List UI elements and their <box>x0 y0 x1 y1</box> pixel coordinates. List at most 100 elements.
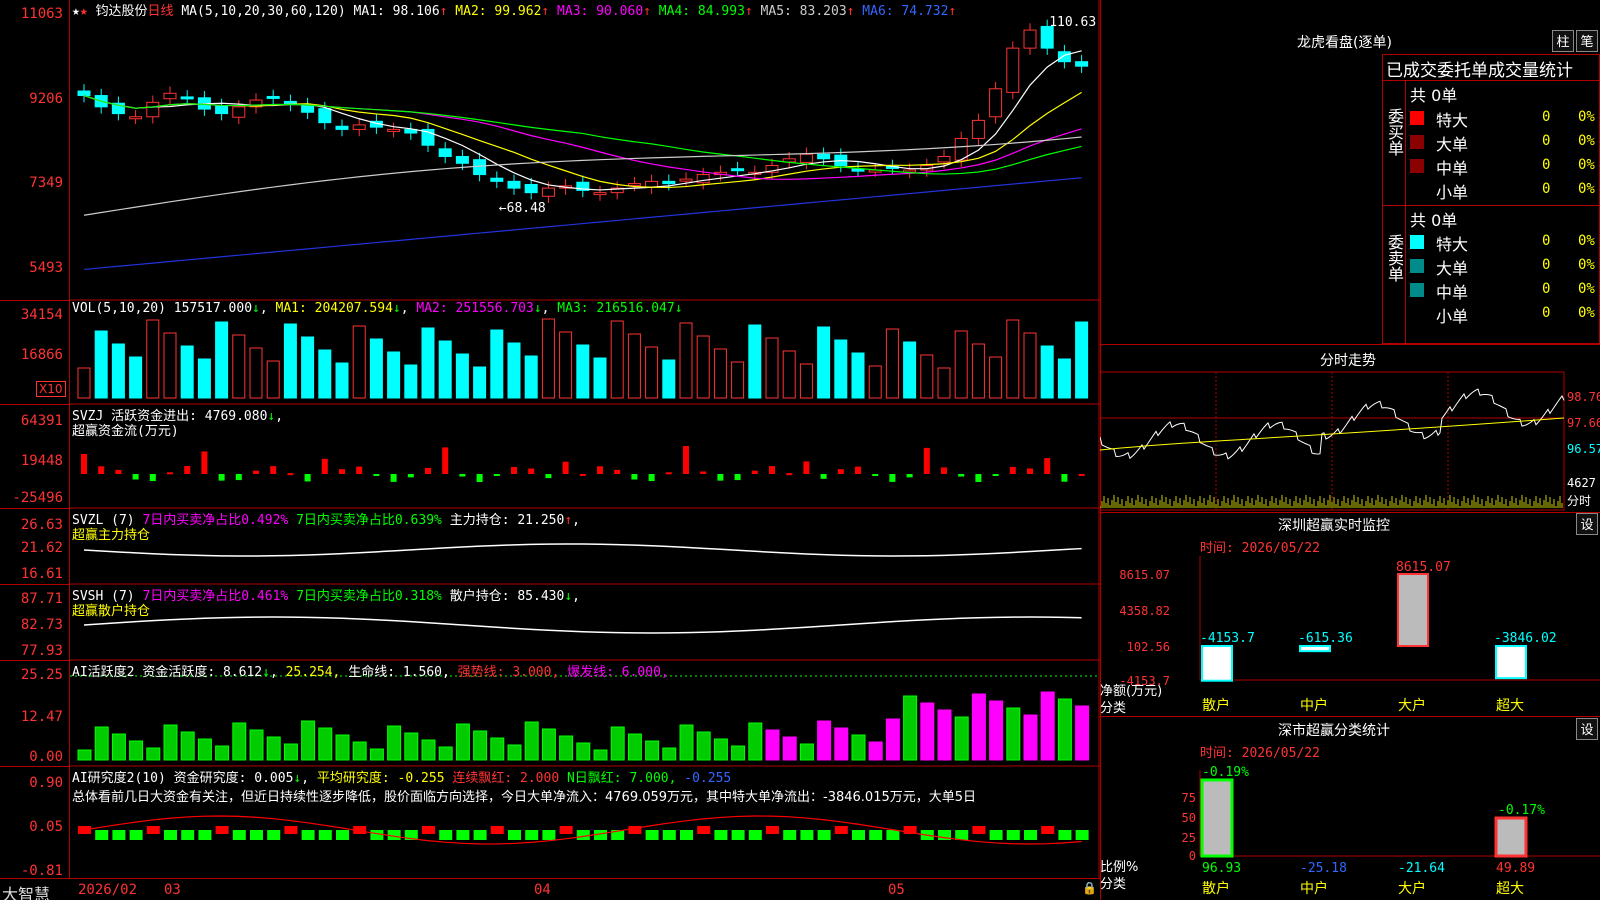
fundflow-bar <box>287 473 294 476</box>
volume-bar <box>77 367 91 399</box>
research-bar <box>112 830 126 840</box>
candle <box>971 119 985 139</box>
row-count: 0 <box>1542 133 1551 149</box>
row-count: 0 <box>1542 257 1551 273</box>
fundflow-bar <box>545 474 552 479</box>
period-label[interactable]: 日线 <box>148 4 174 19</box>
volume-bar <box>507 342 521 399</box>
buy-row: 小单 0 0% <box>1410 178 1600 202</box>
volume-bar <box>645 346 659 399</box>
activity-bar <box>215 745 230 761</box>
row-pct: 0% <box>1578 109 1595 125</box>
activity-bar <box>352 741 367 761</box>
class-settings-button[interactable]: 设 <box>1576 718 1598 740</box>
activity-bar <box>834 727 849 761</box>
fundflow-bar <box>339 469 345 474</box>
activity-bar <box>713 738 728 761</box>
research-bar <box>783 830 797 840</box>
activity-bar <box>111 733 126 761</box>
tick-view-button[interactable]: 笔 <box>1576 30 1598 52</box>
volume-bar <box>318 349 332 399</box>
volume-bar <box>283 323 297 399</box>
candle <box>679 178 693 182</box>
volume-bar <box>610 320 624 399</box>
volume-bar <box>937 367 951 399</box>
price-header: ★★ 钧达股份日线 MA(5,10,20,30,60,120) MA1: 98.… <box>72 0 956 19</box>
intraday-volume: 4627 <box>1567 476 1596 490</box>
fundflow-bar <box>1061 474 1068 482</box>
buy-row: 大单 0 0% <box>1410 130 1600 154</box>
fundflow-bar <box>820 474 827 479</box>
ai-active-e: 爆发线: 6.000, <box>567 665 669 680</box>
ai-research-a: 资金研究度: 0.005 <box>173 771 294 786</box>
research-bar <box>972 826 986 834</box>
candle <box>77 90 91 97</box>
volume-bar <box>920 354 934 399</box>
time-tick: 2026/02 <box>78 882 138 898</box>
fundflow-bar <box>321 458 328 474</box>
research-bar <box>559 826 573 834</box>
buy-total: 共 0单 <box>1410 86 1458 105</box>
volume-bar <box>146 319 160 399</box>
intraday-chart[interactable] <box>1100 370 1600 512</box>
monitor-time: 时间: 2026/05/22 <box>1200 541 1320 556</box>
class-category: 大户 <box>1398 880 1426 897</box>
monitor-value: -615.36 <box>1298 631 1353 646</box>
ai-research-d: N日飘红: 7.000, <box>566 771 677 786</box>
monitor-value: 8615.07 <box>1396 560 1451 575</box>
volume-bar <box>94 330 108 399</box>
volume-bar <box>903 341 917 399</box>
monitor-chart: 8615.074358.82102.56-4153.7-4153.7散户-615… <box>1119 556 1600 714</box>
intraday-tick: 98.76 <box>1567 390 1600 404</box>
class-title: 深市超赢分类统计 <box>1278 723 1390 739</box>
activity-bar <box>645 740 660 761</box>
volume-bar <box>438 340 452 399</box>
research-bar <box>800 830 814 840</box>
activity-bar <box>989 700 1004 761</box>
volume-bar <box>696 335 710 399</box>
activity-bar <box>490 737 505 761</box>
monitor-category: 大户 <box>1398 697 1426 714</box>
class-bar <box>1494 816 1528 858</box>
fundflow-bar <box>855 466 861 474</box>
candle <box>799 153 813 163</box>
activity-bar <box>748 722 763 761</box>
fundflow-bar <box>958 474 965 477</box>
kline-chart[interactable]: 110.63 ←68.48 <box>70 0 1100 878</box>
class-category: 散户 <box>1202 880 1230 897</box>
research-bar <box>989 830 1003 840</box>
fundflow-bar <box>235 474 242 481</box>
time-tick: 03 <box>164 882 181 898</box>
buy-side-label: 委买单 <box>1385 108 1404 156</box>
ai-active-b: 25.254, <box>285 665 341 680</box>
monitor-xlabel: 分类 <box>1100 701 1127 716</box>
fundflow-bar <box>562 461 569 474</box>
activity-bar <box>369 748 384 761</box>
activity-bar <box>920 702 935 761</box>
svzl-c: 主力持仓: 21.250 <box>449 513 565 528</box>
candle <box>387 128 401 132</box>
lock-icon[interactable]: 🔒 <box>1082 881 1097 895</box>
research-bar <box>525 830 539 840</box>
ai-active-tick: 12.47 <box>20 709 63 725</box>
volume-bar <box>387 351 401 399</box>
activity-bar <box>885 718 900 761</box>
volume-bar <box>662 359 676 399</box>
stock-name[interactable]: 钧达股份 <box>95 4 147 19</box>
bar-view-button[interactable]: 柱 <box>1552 30 1574 52</box>
candle <box>352 124 366 130</box>
row-pct: 0% <box>1578 133 1595 149</box>
row-count: 0 <box>1542 181 1551 197</box>
research-bar <box>318 830 332 840</box>
volume-bar <box>679 322 693 399</box>
research-bar <box>852 830 865 840</box>
monitor-category: 超大 <box>1496 698 1524 714</box>
research-bar <box>834 826 848 834</box>
activity-bar <box>559 735 574 761</box>
volume-ma2: MA2: 251556.703 <box>416 301 534 316</box>
activity-bar <box>507 744 522 761</box>
fundflow-bar <box>648 474 655 482</box>
class-value: 96.93 <box>1202 861 1241 876</box>
monitor-settings-button[interactable]: 设 <box>1576 513 1598 535</box>
class-top-label: -0.17% <box>1498 803 1545 818</box>
